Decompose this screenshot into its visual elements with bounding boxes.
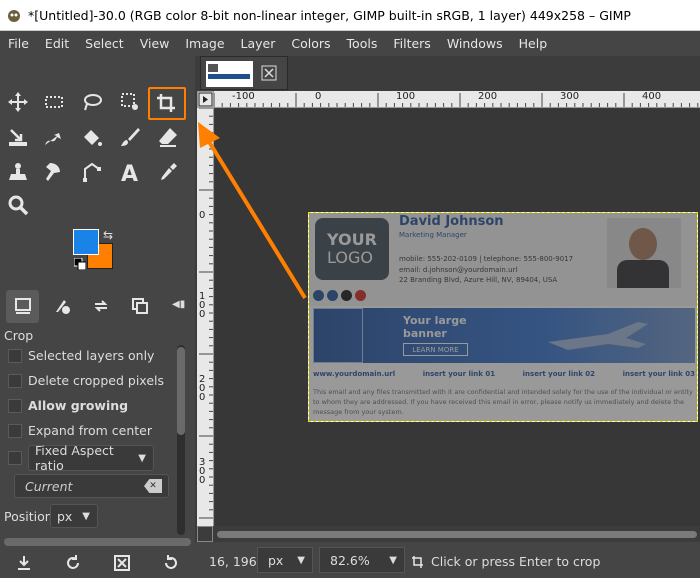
unit-select[interactable]: px ▼ [257,547,313,573]
scrollbar-thumb[interactable] [217,531,697,538]
navigate-icon[interactable] [197,526,213,542]
annotation-arrow [198,122,307,300]
canvas-hscrollbar[interactable] [215,528,700,540]
crop-icon [412,555,423,568]
unit-value: px [268,552,284,568]
chevron-down-icon: ▼ [297,554,305,566]
chevron-down-icon: ▼ [389,554,397,566]
zoom-value: 82.6% [330,552,370,568]
pointer-coordinates: 16, 196 [209,554,257,569]
foreground-color-swatch[interactable] [73,229,99,255]
status-message-text: Click or press Enter to crop [431,554,601,569]
status-message: Click or press Enter to crop [411,554,600,569]
zoom-select[interactable]: 82.6% ▼ [319,547,405,573]
status-bar: 16, 196 px ▼ 82.6% ▼ Click or press Enter … [195,542,700,578]
